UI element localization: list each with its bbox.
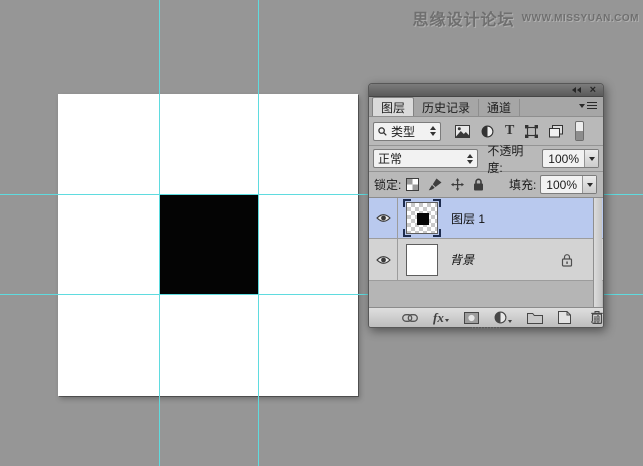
- black-square-layer-pixels[interactable]: [159, 194, 259, 294]
- fill-input[interactable]: 100%: [540, 175, 597, 194]
- layer-row-background[interactable]: 背景: [369, 239, 603, 281]
- fill-value[interactable]: 100%: [541, 176, 582, 193]
- opacity-input[interactable]: 100%: [542, 149, 599, 168]
- lock-all-padlock-icon[interactable]: [473, 178, 484, 191]
- visibility-cell[interactable]: [369, 239, 398, 280]
- filter-on-off-toggle[interactable]: [575, 121, 585, 141]
- layers-list: 图层 1 背景: [369, 198, 603, 308]
- background-name[interactable]: 背景: [450, 251, 474, 268]
- chevron-updown-icon: [430, 126, 436, 136]
- fill-dropdown-icon[interactable]: [582, 176, 596, 193]
- lock-label: 锁定:: [374, 178, 402, 192]
- layer1-thumbnail[interactable]: [406, 202, 438, 234]
- filter-adjustment-layers-icon[interactable]: [481, 125, 494, 138]
- fx-dropdown-icon: [444, 319, 449, 322]
- panel-tab-bar: 图层 历史记录 通道: [369, 97, 603, 117]
- visibility-cell[interactable]: [369, 198, 398, 238]
- filter-type-buttons: T: [455, 124, 564, 138]
- filter-shape-layers-icon[interactable]: [525, 124, 539, 138]
- chevron-updown-icon: [467, 153, 474, 164]
- background-lock-icon: [561, 253, 573, 267]
- vertical-guide-1[interactable]: [159, 0, 160, 466]
- lock-transparent-pixels-icon[interactable]: [406, 178, 420, 191]
- tab-history[interactable]: 历史记录: [414, 99, 480, 116]
- layers-panel: × 图层 历史记录 通道 类型 T 正常 不透明度: 100% 锁定: 填充: …: [368, 83, 604, 329]
- photoshop-workspace: { "watermark": { "site_name": "思缘设计论坛", …: [0, 0, 643, 466]
- add-layer-mask-icon[interactable]: [463, 311, 479, 324]
- background-thumbnail[interactable]: [406, 243, 438, 276]
- thumbnail-black-square: [417, 213, 429, 225]
- opacity-dropdown-icon[interactable]: [584, 150, 598, 167]
- tab-layers[interactable]: 图层: [372, 97, 415, 116]
- lock-fill-row: 锁定: 填充: 100%: [369, 172, 603, 198]
- panel-drag-handle[interactable]: [472, 327, 500, 329]
- layer-style-fx-button[interactable]: fx: [433, 310, 449, 325]
- watermark-site-name: 思缘设计论坛: [412, 12, 515, 29]
- eye-icon[interactable]: [375, 213, 391, 223]
- filter-smart-objects-icon[interactable]: [549, 124, 564, 138]
- tab-layers-label: 图层: [381, 100, 406, 115]
- new-group-folder-icon[interactable]: [526, 312, 543, 324]
- watermark-site-url: WWW.MISSYUAN.COM: [521, 12, 639, 24]
- panel-title-bar[interactable]: ×: [369, 84, 603, 97]
- layer-row-layer1[interactable]: 图层 1: [369, 198, 603, 239]
- blend-opacity-row: 正常 不透明度: 100%: [369, 144, 603, 175]
- lock-position-move-icon[interactable]: [451, 178, 465, 191]
- filter-kind-select[interactable]: 类型: [373, 121, 441, 141]
- fill-label: 填充:: [508, 178, 537, 192]
- search-icon: [378, 126, 387, 136]
- opacity-label: 不透明度:: [487, 143, 524, 175]
- opacity-value[interactable]: 100%: [543, 150, 584, 167]
- panel-bottom-toolbar: fx: [369, 308, 603, 329]
- lock-image-pixels-brush-icon[interactable]: [428, 178, 442, 191]
- blend-mode-select[interactable]: 正常: [373, 149, 479, 168]
- link-layers-icon[interactable]: [402, 313, 418, 322]
- filter-kind-value: 类型: [391, 124, 416, 139]
- lock-buttons: [406, 178, 484, 191]
- tab-history-label: 历史记录: [422, 101, 471, 115]
- layer-filter-row: 类型 T: [369, 117, 603, 146]
- adjustment-dropdown-icon: [507, 320, 512, 323]
- collapse-to-icons-icon[interactable]: [571, 87, 581, 93]
- layer1-thumbnail-frame: [403, 199, 441, 237]
- panel-resize-grip[interactable]: [591, 315, 600, 324]
- tab-channels[interactable]: 通道: [479, 99, 521, 116]
- new-layer-icon[interactable]: [557, 311, 571, 324]
- new-adjustment-layer-icon[interactable]: [494, 311, 512, 324]
- layer1-name[interactable]: 图层 1: [451, 210, 485, 227]
- filter-pixel-layers-icon[interactable]: [455, 124, 470, 138]
- vertical-guide-2[interactable]: [258, 0, 259, 466]
- eye-icon[interactable]: [375, 255, 391, 265]
- fx-label: fx: [433, 310, 444, 325]
- blend-mode-value: 正常: [378, 152, 403, 166]
- tab-channels-label: 通道: [487, 101, 512, 115]
- panel-menu-icon[interactable]: [579, 102, 597, 109]
- site-watermark: 思缘设计论坛 WWW.MISSYUAN.COM: [413, 6, 639, 30]
- close-icon[interactable]: ×: [590, 84, 596, 95]
- layers-scrollbar[interactable]: [593, 198, 602, 307]
- filter-type-layers-icon[interactable]: T: [505, 124, 514, 138]
